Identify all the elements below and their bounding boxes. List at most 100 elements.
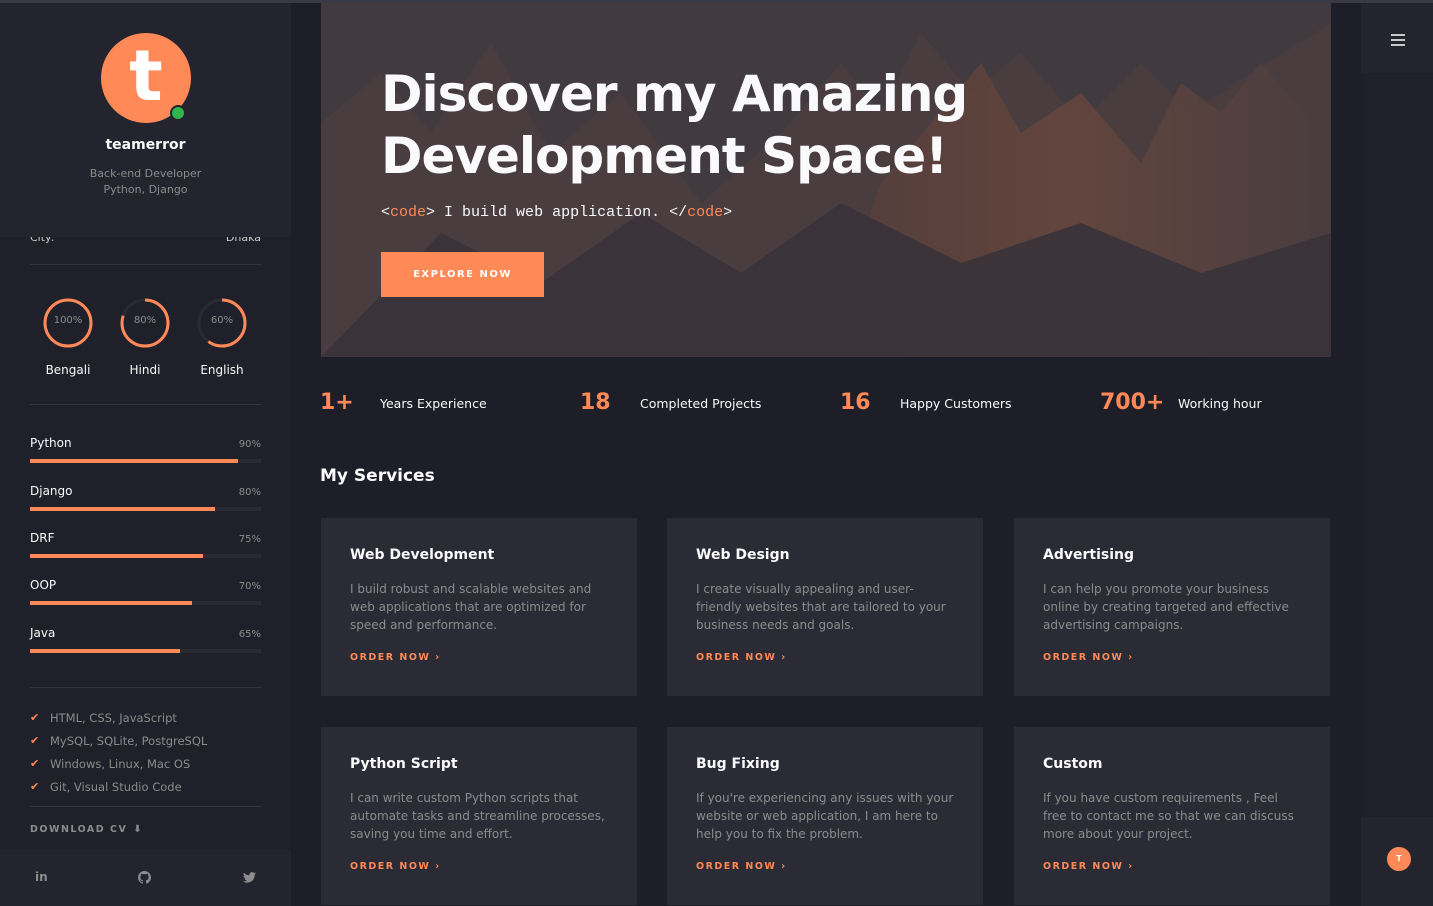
order-now-link[interactable]: ORDER NOW ›: [696, 861, 787, 872]
mini-avatar[interactable]: T: [1387, 847, 1411, 871]
service-description: I build robust and scalable websites and…: [350, 582, 592, 632]
skill-name: Java: [30, 626, 56, 640]
skill-name: OOP: [30, 578, 57, 592]
chevron-right-icon: ›: [1128, 861, 1134, 872]
list-item: ✔ Git, Visual Studio Code: [30, 775, 261, 798]
service-card-custom: Custom If you have custom requirements ,…: [1014, 727, 1330, 905]
stat-number: 1+: [320, 390, 354, 415]
service-card-web-design: Web Design I create visually appealing a…: [667, 518, 983, 696]
stat-experience: 1+: [320, 390, 354, 415]
service-card-python-script: Python Script I can write custom Python …: [321, 727, 637, 905]
download-cv-link[interactable]: DOWNLOAD CV ⬇: [30, 824, 143, 835]
chevron-right-icon: ›: [781, 652, 787, 663]
download-icon: ⬇: [133, 824, 144, 835]
right-rail: [1361, 3, 1433, 906]
menu-panel: [1361, 3, 1433, 73]
service-title: Python Script: [350, 756, 458, 772]
order-now-label: ORDER NOW: [350, 861, 431, 872]
stat-number: 18: [580, 390, 611, 415]
tool-label: Git, Visual Studio Code: [50, 779, 182, 794]
divider: [30, 806, 261, 807]
github-icon[interactable]: [138, 871, 151, 884]
order-now-label: ORDER NOW: [1043, 861, 1124, 872]
skill-bar: [30, 459, 261, 463]
order-now-label: ORDER NOW: [1043, 652, 1124, 663]
skill-bar: [30, 601, 261, 605]
profile-role-title: Back-end Developer: [89, 167, 202, 180]
skill-bar-fill: [30, 649, 181, 653]
stat-label: Years Experience: [380, 396, 487, 411]
skill-percent: 80%: [238, 487, 261, 498]
skill-bar-fill: [30, 459, 238, 463]
download-cv-label: DOWNLOAD CV: [30, 824, 128, 835]
check-icon: ✔: [30, 757, 40, 770]
skill-name: Python: [30, 436, 72, 450]
language-hindi: 80% Hindi: [107, 297, 183, 377]
chevron-right-icon: ›: [435, 861, 441, 872]
skill-bar-fill: [30, 507, 215, 511]
skill-python: Python 90%: [30, 436, 261, 463]
skill-oop: OOP 70%: [30, 578, 261, 605]
stat-label: Working hour: [1178, 396, 1262, 411]
service-description: I create visually appealing and user-fri…: [696, 582, 946, 632]
tool-label: HTML, CSS, JavaScript: [50, 710, 177, 725]
language-english: 60% English: [184, 297, 260, 377]
check-icon: ✔: [30, 711, 40, 724]
linkedin-icon[interactable]: in: [35, 870, 48, 884]
service-description: If you're experiencing any issues with y…: [696, 791, 954, 841]
order-now-link[interactable]: ORDER NOW ›: [1043, 861, 1134, 872]
skill-bar-fill: [30, 554, 204, 558]
stat-hours: 700+: [1100, 390, 1164, 415]
skill-drf: DRF 75%: [30, 531, 261, 558]
profile-role: Back-end Developer Python, Django: [0, 166, 291, 198]
hero-banner: Discover my Amazing Development Space! <…: [321, 3, 1331, 357]
stat-label: Happy Customers: [900, 396, 1012, 411]
sidebar: t teamerror Back-end Developer Python, D…: [0, 3, 291, 906]
code-tag: code: [687, 204, 724, 221]
service-description: If you have custom requirements , Feel f…: [1043, 791, 1294, 841]
stat-customers: 16: [840, 390, 871, 415]
twitter-icon[interactable]: [243, 872, 256, 883]
skill-django: Django 80%: [30, 484, 261, 511]
service-title: Custom: [1043, 756, 1103, 772]
list-item: ✔ HTML, CSS, JavaScript: [30, 706, 261, 729]
profile-card: t teamerror Back-end Developer Python, D…: [0, 3, 291, 237]
code-text: I build web application.: [435, 204, 670, 221]
stat-projects: 18: [580, 390, 611, 415]
skill-percent: 90%: [238, 439, 261, 450]
explore-now-button[interactable]: EXPLORE NOW: [381, 252, 544, 297]
service-card-web-development: Web Development I build robust and scala…: [321, 518, 637, 696]
skill-bar: [30, 649, 261, 653]
tools-list: ✔ HTML, CSS, JavaScript ✔ MySQL, SQLite, P…: [30, 706, 261, 798]
code-bracket: </: [669, 204, 688, 221]
social-bar: in: [0, 850, 291, 906]
order-now-link[interactable]: ORDER NOW ›: [696, 652, 787, 663]
divider: [30, 687, 261, 688]
hamburger-menu-icon[interactable]: [1391, 34, 1405, 46]
divider: [30, 264, 261, 265]
divider: [30, 404, 261, 405]
tool-label: MySQL, SQLite, PostgreSQL: [50, 733, 208, 748]
order-now-label: ORDER NOW: [350, 652, 431, 663]
skill-bar: [30, 554, 261, 558]
service-card-bug-fixing: Bug Fixing If you're experiencing any is…: [667, 727, 983, 905]
order-now-link[interactable]: ORDER NOW ›: [350, 861, 441, 872]
order-now-link[interactable]: ORDER NOW ›: [350, 652, 441, 663]
skill-percent: 70%: [238, 581, 261, 592]
language-name: Hindi: [129, 363, 161, 377]
service-card-advertising: Advertising I can help you promote your …: [1014, 518, 1330, 696]
hero-code-tagline: <code> I build web application. </code>: [381, 204, 732, 221]
online-status-dot: [170, 105, 186, 121]
language-name: English: [200, 363, 244, 377]
hero-title-line: Discover my Amazing: [381, 65, 968, 123]
stat-label: Completed Projects: [640, 396, 762, 411]
services-heading: My Services: [320, 466, 435, 486]
stat-number: 700+: [1100, 390, 1165, 415]
language-name: Bengali: [45, 363, 91, 377]
list-item: ✔ Windows, Linux, Mac OS: [30, 752, 261, 775]
chevron-right-icon: ›: [1128, 652, 1134, 663]
chevron-right-icon: ›: [435, 652, 441, 663]
order-now-link[interactable]: ORDER NOW ›: [1043, 652, 1134, 663]
skill-java: Java 65%: [30, 626, 261, 653]
code-bracket: >: [723, 204, 733, 221]
